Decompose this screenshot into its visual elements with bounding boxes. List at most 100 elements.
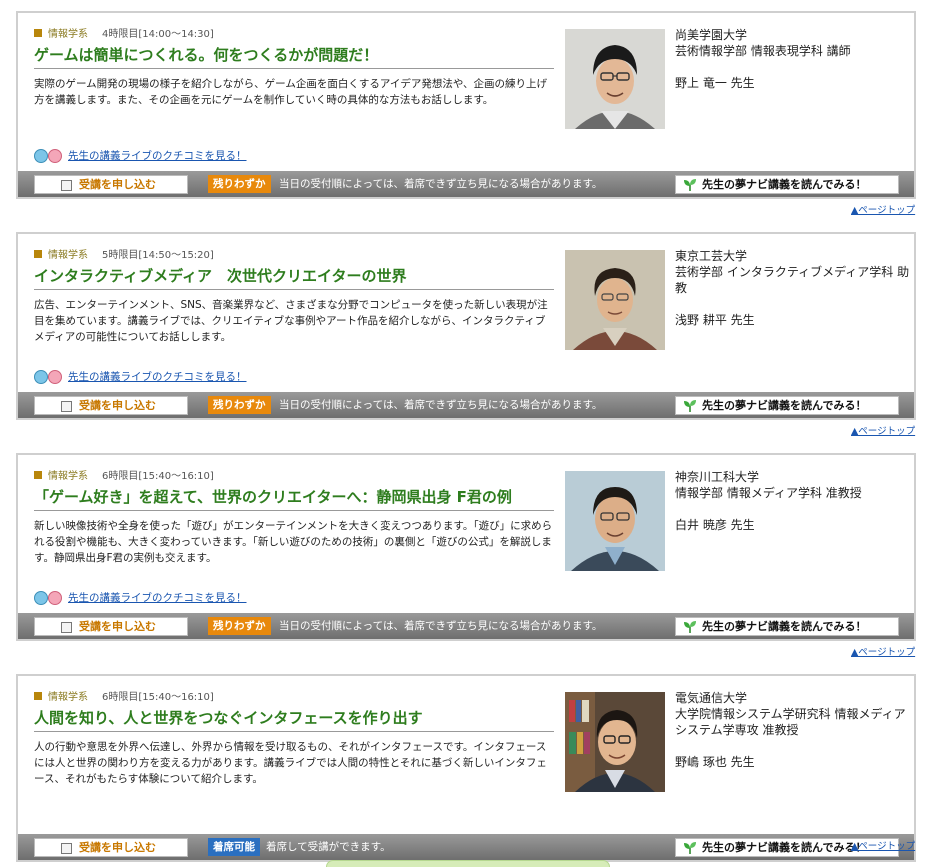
lecture-meta: 情報学系 6時限目[15:40～16:10] <box>34 467 214 482</box>
title-divider <box>34 731 554 732</box>
teacher-name: 野上 竜一 先生 <box>675 76 755 90</box>
review-row: 先生の講義ライブのクチコミを見る！ <box>34 148 247 163</box>
page-top-link[interactable]: ▲ページトップ <box>851 423 915 437</box>
status-note: 着席して受講ができます。 <box>266 841 391 853</box>
university-name: 神奈川工科大学 <box>675 470 760 484</box>
teacher-photo <box>565 250 665 350</box>
apply-label: 受講を申し込む <box>79 399 156 412</box>
period-label: 5時限目[14:50～15:20] <box>102 250 214 261</box>
department-name: 大学院情報システム学研究科 情報メディアシステム学専攻 准教授 <box>675 707 906 737</box>
status-badge: 着席可能 <box>208 838 260 856</box>
lecture-card: 情報学系 6時限目[15:40～16:10] 人間を知り、人と世界をつなぐインタフ… <box>16 674 916 862</box>
status-badge: 残りわずか <box>208 617 271 635</box>
teacher-name: 野嶋 琢也 先生 <box>675 755 755 769</box>
status-note: 当日の受付順によっては、着席できず立ち見になる場合があります。 <box>279 620 603 632</box>
yume-navi-label: 先生の夢ナビ講義を読んでみる！ <box>702 841 867 854</box>
period-label: 6時限目[15:40～16:10] <box>102 692 214 703</box>
review-faces-icon <box>34 149 64 163</box>
lecture-card: 情報学系 4時限目[14:00～14:30] ゲームは簡単につくれる。何をつくるか… <box>16 11 916 199</box>
title-divider <box>34 289 554 290</box>
apply-button[interactable]: 受講を申し込む <box>34 617 188 636</box>
university-name: 尚美学園大学 <box>675 28 748 42</box>
action-bar: 受講を申し込む 残りわずか 当日の受付順によっては、着席できず立ち見になる場合が… <box>18 171 914 197</box>
title-divider <box>34 510 554 511</box>
category-label: 情報学系 <box>48 250 88 261</box>
lecture-description: 広告、エンターテインメント、SNS、音楽業界など、さまざまな分野でコンピュータを… <box>34 299 548 343</box>
review-link[interactable]: 先生の講義ライブのクチコミを見る！ <box>68 592 247 604</box>
yume-navi-button[interactable]: 先生の夢ナビ講義を読んでみる！ <box>675 396 899 415</box>
yume-navi-label: 先生の夢ナビ講義を読んでみる！ <box>702 399 867 412</box>
teacher-name: 浅野 耕平 先生 <box>675 313 755 327</box>
apply-label: 受講を申し込む <box>79 620 156 633</box>
category-label: 情報学系 <box>48 692 88 703</box>
review-faces-icon <box>34 370 64 384</box>
department-name: 芸術学部 インタラクティブメディア学科 助教 <box>675 265 910 295</box>
yume-navi-button[interactable]: 先生の夢ナビ講義を読んでみる！ <box>675 175 899 194</box>
review-row: 先生の講義ライブのクチコミを見る！ <box>34 369 247 384</box>
apply-button[interactable]: 受講を申し込む <box>34 175 188 194</box>
action-bar: 受講を申し込む 残りわずか 当日の受付順によっては、着席できず立ち見になる場合が… <box>18 613 914 639</box>
lecture-card: 情報学系 6時限目[15:40～16:10] 「ゲーム好き」を超えて、世界のクリエ… <box>16 453 916 641</box>
category-square-icon <box>34 250 42 258</box>
lecture-title: インタラクティブメディア 次世代クリエイターの世界 <box>34 267 407 285</box>
period-label: 4時限目[14:00～14:30] <box>102 29 214 40</box>
yume-navi-button[interactable]: 先生の夢ナビ講義を読んでみる！ <box>675 617 899 636</box>
page-top-link[interactable]: ▲ページトップ <box>851 644 915 658</box>
university-name: 東京工芸大学 <box>675 249 748 263</box>
yume-navi-label: 先生の夢ナビ講義を読んでみる！ <box>702 620 867 633</box>
lecture-meta: 情報学系 5時限目[14:50～15:20] <box>34 246 214 261</box>
lecture-title: 「ゲーム好き」を超えて、世界のクリエイターへ：静岡県出身 F君の例 <box>34 488 512 506</box>
lecture-meta: 情報学系 4時限目[14:00～14:30] <box>34 25 214 40</box>
review-faces-icon <box>34 591 64 605</box>
teacher-info: 尚美学園大学 芸術情報学部 情報表現学科 講師 野上 竜一 先生 <box>675 27 910 91</box>
apply-checkbox[interactable] <box>61 843 72 854</box>
teacher-photo <box>565 29 665 129</box>
review-link[interactable]: 先生の講義ライブのクチコミを見る！ <box>68 371 247 383</box>
review-link[interactable]: 先生の講義ライブのクチコミを見る！ <box>68 150 247 162</box>
apply-button[interactable]: 受講を申し込む <box>34 838 188 857</box>
apply-label: 受講を申し込む <box>79 841 156 854</box>
teacher-info: 東京工芸大学 芸術学部 インタラクティブメディア学科 助教 浅野 耕平 先生 <box>675 248 910 328</box>
lecture-meta: 情報学系 6時限目[15:40～16:10] <box>34 688 214 703</box>
lecture-description: 新しい映像技術や全身を使った「遊び」がエンターテインメントを大きく変えつつありま… <box>34 520 553 564</box>
lecture-card: 情報学系 5時限目[14:50～15:20] インタラクティブメディア 次世代クリ… <box>16 232 916 420</box>
lecture-title: ゲームは簡単につくれる。何をつくるかが問題だ！ <box>34 46 379 64</box>
status-badge: 残りわずか <box>208 175 271 193</box>
category-square-icon <box>34 692 42 700</box>
apply-checkbox[interactable] <box>61 180 72 191</box>
status-note: 当日の受付順によっては、着席できず立ち見になる場合があります。 <box>279 178 603 190</box>
lecture-description: 人の行動や意思を外界へ伝達し、外界から情報を受け取るもの、それがインタフェースで… <box>34 741 547 785</box>
lecture-description: 実際のゲーム開発の現場の様子を紹介しながら、ゲーム企画を面白くするアイデア発想法… <box>34 78 548 106</box>
action-bar: 受講を申し込む 着席可能 着席して受講ができます。 先生の夢ナビ講義を読んでみる… <box>18 834 914 860</box>
category-label: 情報学系 <box>48 471 88 482</box>
department-name: 情報学部 情報メディア学科 准教授 <box>675 486 862 500</box>
teacher-photo <box>565 471 665 571</box>
teacher-name: 白井 暁彦 先生 <box>675 518 755 532</box>
status-badge: 残りわずか <box>208 396 271 414</box>
sprout-icon <box>684 179 696 191</box>
department-name: 芸術情報学部 情報表現学科 講師 <box>675 44 851 58</box>
yume-navi-label: 先生の夢ナビ講義を読んでみる！ <box>702 178 867 191</box>
apply-button[interactable]: 受講を申し込む <box>34 396 188 415</box>
sprout-icon <box>684 621 696 633</box>
category-square-icon <box>34 471 42 479</box>
apply-label: 受講を申し込む <box>79 178 156 191</box>
teacher-info: 電気通信大学 大学院情報システム学研究科 情報メディアシステム学専攻 准教授 野… <box>675 690 910 770</box>
action-bar: 受講を申し込む 残りわずか 当日の受付順によっては、着席できず立ち見になる場合が… <box>18 392 914 418</box>
page-top-link[interactable]: ▲ページトップ <box>851 838 915 852</box>
category-square-icon <box>34 29 42 37</box>
sprout-icon <box>684 400 696 412</box>
teacher-info: 神奈川工科大学 情報学部 情報メディア学科 准教授 白井 暁彦 先生 <box>675 469 910 533</box>
apply-checkbox[interactable] <box>61 622 72 633</box>
period-label: 6時限目[15:40～16:10] <box>102 471 214 482</box>
sprout-icon <box>684 842 696 854</box>
status-note: 当日の受付順によっては、着席できず立ち見になる場合があります。 <box>279 399 603 411</box>
page-top-link[interactable]: ▲ページトップ <box>851 202 915 216</box>
category-label: 情報学系 <box>48 29 88 40</box>
teacher-photo <box>565 692 665 792</box>
university-name: 電気通信大学 <box>675 691 748 705</box>
lecture-title: 人間を知り、人と世界をつなぐインタフェースを作り出す <box>34 709 423 727</box>
title-divider <box>34 68 554 69</box>
bottom-button-edge[interactable] <box>326 860 610 867</box>
apply-checkbox[interactable] <box>61 401 72 412</box>
